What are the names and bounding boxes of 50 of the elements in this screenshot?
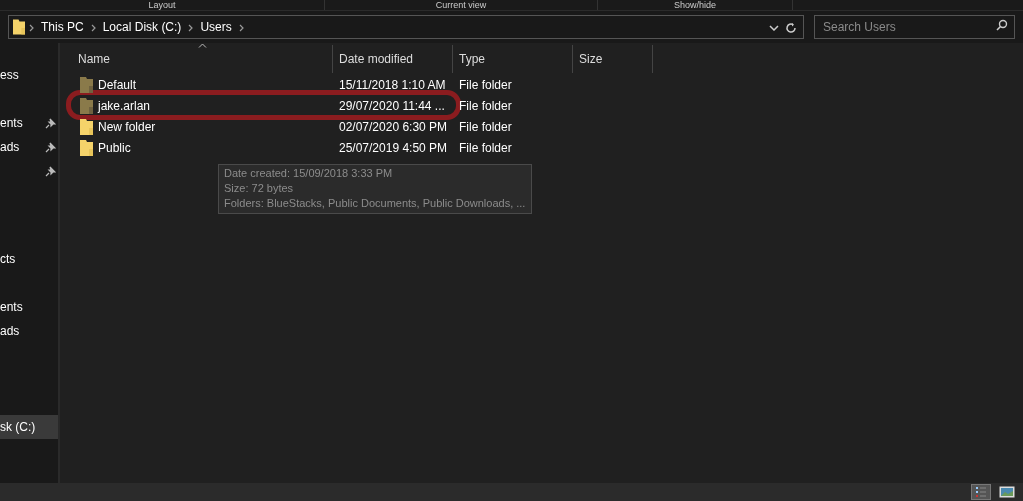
column-header[interactable]: Type	[453, 45, 573, 73]
details-view-button[interactable]	[971, 484, 991, 500]
file-name[interactable]: Default	[98, 75, 137, 94]
table-cell-text: 02/07/2020 6:30 PM	[338, 118, 449, 136]
refresh-icon[interactable]	[785, 21, 797, 34]
nav-item[interactable]: cts	[0, 250, 16, 268]
column-header[interactable]: Size	[573, 45, 653, 73]
breadcrumb[interactable]: This PC	[38, 18, 87, 36]
pin-icon	[45, 142, 56, 154]
nav-item[interactable]: ess	[0, 66, 19, 84]
breadcrumb[interactable]: Local Disk (C:)	[99, 18, 185, 36]
table-cell-text: File folder	[458, 139, 513, 157]
thumbnails-view-button[interactable]	[997, 484, 1017, 500]
chevron-icon	[188, 23, 194, 32]
ribbon-group-label: Layout	[148, 0, 176, 10]
tooltip-line: Folders: BlueStacks, Public Documents, Public Downloads, ...	[224, 196, 526, 211]
table-cell-text: 29/07/2020 11:44 ...	[338, 97, 446, 115]
nav-item[interactable]: ents	[0, 114, 23, 132]
table-cell-text: File folder	[458, 118, 513, 136]
column-header[interactable]: Name	[60, 45, 333, 73]
search-field[interactable]: Search Users	[814, 15, 1015, 39]
table-cell-text: 25/07/2019 4:50 PM	[338, 139, 449, 157]
nav-item[interactable]: sk (C:)	[0, 418, 36, 436]
address-bar[interactable]: This PC Local Disk (C:) Users	[8, 15, 804, 39]
tooltip-line: Size: 72 bytes	[224, 181, 295, 196]
dropdown-icon[interactable]	[769, 24, 779, 31]
table-cell-text: File folder	[458, 97, 513, 115]
table-cell-text: 15/11/2018 1:10 AM	[338, 76, 447, 94]
chevron-icon	[29, 23, 34, 32]
folder-icon	[13, 19, 25, 35]
pin-icon	[45, 166, 56, 178]
file-name[interactable]: jake.arlan	[98, 96, 151, 115]
ribbon-group-label: Show/hide	[674, 0, 716, 10]
nav-item[interactable]: ents	[0, 298, 23, 316]
file-name[interactable]: Public	[98, 138, 131, 157]
list-icon	[975, 486, 987, 498]
file-name[interactable]: New folder	[98, 117, 156, 136]
nav-item[interactable]: ads	[0, 322, 20, 340]
search-icon	[996, 19, 1008, 31]
sort-up-icon	[198, 43, 207, 48]
pin-icon	[45, 118, 56, 130]
chevron-icon	[238, 23, 244, 32]
table-cell-text: File folder	[458, 76, 513, 94]
nav-item[interactable]: ads	[0, 138, 20, 156]
breadcrumb[interactable]: Users	[197, 18, 235, 36]
column-header[interactable]: Date modified	[333, 45, 453, 73]
tooltip-line: Date created: 15/09/2018 3:33 PM	[224, 166, 394, 181]
ribbon-group-label: Current view	[435, 0, 487, 10]
picture-icon	[999, 486, 1015, 498]
chevron-icon	[90, 23, 96, 32]
